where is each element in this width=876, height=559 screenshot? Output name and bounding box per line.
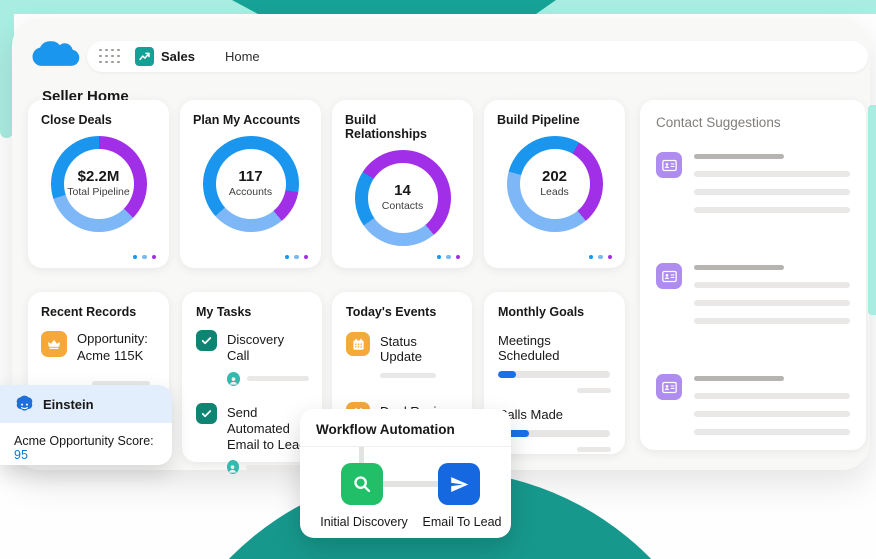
placeholder-line bbox=[694, 393, 850, 399]
card-close-deals[interactable]: Close Deals $2.2M Total Pipeline bbox=[28, 100, 169, 268]
app-launcher-icon[interactable] bbox=[99, 48, 121, 65]
card-plan-my-accounts[interactable]: Plan My Accounts 117 Accounts bbox=[180, 100, 321, 268]
task-checkbox-checked[interactable] bbox=[196, 402, 217, 424]
card-title: Monthly Goals bbox=[498, 305, 585, 319]
card-title: Plan My Accounts bbox=[193, 113, 301, 127]
contact-card-icon bbox=[656, 374, 682, 400]
contact-card-icon bbox=[656, 152, 682, 178]
contact-card-icon bbox=[656, 263, 682, 289]
placeholder-line bbox=[694, 376, 785, 381]
assignee-avatar bbox=[227, 371, 241, 386]
background-mint-right-strip bbox=[868, 105, 876, 315]
carousel-dots[interactable] bbox=[132, 254, 156, 259]
workflow-popup-title: Workflow Automation bbox=[316, 422, 455, 437]
workflow-step-label: Email To Lead bbox=[422, 515, 502, 529]
task-label[interactable]: Send Automated Email to Lead bbox=[227, 403, 309, 454]
placeholder-line bbox=[577, 447, 611, 452]
card-title: Recent Records bbox=[41, 305, 137, 319]
card-title: My Tasks bbox=[196, 305, 252, 319]
task-item: Discovery Call bbox=[196, 330, 309, 386]
progress-bar bbox=[498, 430, 610, 437]
placeholder-line bbox=[247, 376, 309, 381]
workflow-step-label: Initial Discovery bbox=[320, 515, 408, 529]
card-title: Build Relationships bbox=[345, 113, 427, 141]
contact-suggestion-item[interactable] bbox=[656, 374, 850, 435]
placeholder-line bbox=[694, 154, 785, 159]
placeholder-line bbox=[694, 429, 850, 435]
app-name[interactable]: Sales bbox=[161, 49, 195, 64]
search-icon[interactable] bbox=[341, 463, 383, 505]
goal-label: Meetings Scheduled bbox=[498, 333, 560, 363]
task-checkbox-checked[interactable] bbox=[196, 330, 217, 351]
sales-app-icon bbox=[135, 47, 154, 66]
carousel-dots[interactable] bbox=[436, 254, 460, 259]
carousel-dots[interactable] bbox=[588, 254, 612, 259]
card-title: Today's Events bbox=[346, 305, 437, 319]
goal-item: Meetings Scheduled bbox=[498, 333, 611, 393]
donut-chart: 14 Contacts bbox=[354, 150, 451, 246]
event-label: Status Update bbox=[380, 334, 422, 364]
donut-value: 202 bbox=[541, 167, 568, 185]
workflow-automation-popup: Workflow Automation Initial Discovery Em… bbox=[300, 409, 511, 538]
einstein-score-value: 95 bbox=[14, 448, 28, 462]
donut-label: Total Pipeline bbox=[67, 186, 130, 199]
progress-fill bbox=[498, 371, 516, 378]
calendar-icon bbox=[346, 332, 370, 356]
divider bbox=[300, 446, 511, 447]
goal-label: Calls Made bbox=[498, 407, 564, 422]
placeholder-line bbox=[577, 388, 611, 393]
donut-value: 14 bbox=[394, 181, 411, 199]
placeholder-line bbox=[694, 411, 850, 417]
placeholder-line bbox=[694, 189, 850, 195]
einstein-popup: Einstein Acme Opportunity Score: 95 bbox=[0, 385, 172, 465]
placeholder-line bbox=[694, 282, 850, 288]
contact-suggestion-item[interactable] bbox=[656, 263, 850, 324]
goal-item: Calls Made bbox=[498, 407, 611, 452]
donut-label: Leads bbox=[540, 186, 569, 199]
assignee-avatar bbox=[227, 460, 239, 475]
workflow-connector-horizontal bbox=[382, 481, 440, 487]
task-label[interactable]: Discovery Call bbox=[227, 330, 309, 365]
task-item: Send Automated Email to Lead bbox=[196, 402, 309, 475]
placeholder-line bbox=[694, 171, 850, 177]
record-type: Opportunity: bbox=[77, 331, 148, 346]
send-icon[interactable] bbox=[438, 463, 480, 505]
top-navigation-bar: Sales Home bbox=[87, 41, 868, 72]
placeholder-line bbox=[694, 300, 850, 306]
progress-bar bbox=[498, 371, 610, 378]
donut-chart: 117 Accounts bbox=[202, 136, 299, 232]
placeholder-line bbox=[694, 207, 850, 213]
donut-chart: 202 Leads bbox=[506, 136, 603, 232]
einstein-popup-title: Einstein bbox=[43, 396, 94, 412]
card-title: Build Pipeline bbox=[497, 113, 580, 127]
event-item[interactable]: Status Update bbox=[346, 332, 459, 378]
einstein-score-label: Acme Opportunity Score: bbox=[14, 434, 154, 448]
card-title: Contact Suggestions bbox=[656, 115, 781, 130]
placeholder-line bbox=[694, 318, 850, 324]
placeholder-line bbox=[380, 373, 436, 378]
card-build-relationships[interactable]: Build Relationships 14 Contacts bbox=[332, 100, 473, 268]
card-contact-suggestions: Contact Suggestions bbox=[640, 100, 866, 450]
recent-record-item[interactable]: Opportunity: Acme 115K bbox=[41, 331, 156, 365]
opportunity-crown-icon bbox=[41, 331, 67, 357]
donut-value: 117 bbox=[238, 167, 263, 185]
tab-home[interactable]: Home bbox=[225, 49, 260, 64]
einstein-icon bbox=[16, 395, 33, 411]
contact-suggestion-item[interactable] bbox=[656, 152, 850, 213]
placeholder-line bbox=[694, 265, 785, 270]
donut-value: $2.2M bbox=[77, 167, 120, 185]
card-title: Close Deals bbox=[41, 113, 112, 127]
donut-label: Accounts bbox=[228, 186, 273, 199]
record-name: Acme 115K bbox=[77, 347, 144, 363]
card-build-pipeline[interactable]: Build Pipeline 202 Leads bbox=[484, 100, 625, 268]
salesforce-logo-icon bbox=[32, 41, 80, 66]
donut-chart: $2.2M Total Pipeline bbox=[50, 136, 147, 232]
donut-label: Contacts bbox=[381, 200, 424, 213]
carousel-dots[interactable] bbox=[284, 254, 308, 259]
